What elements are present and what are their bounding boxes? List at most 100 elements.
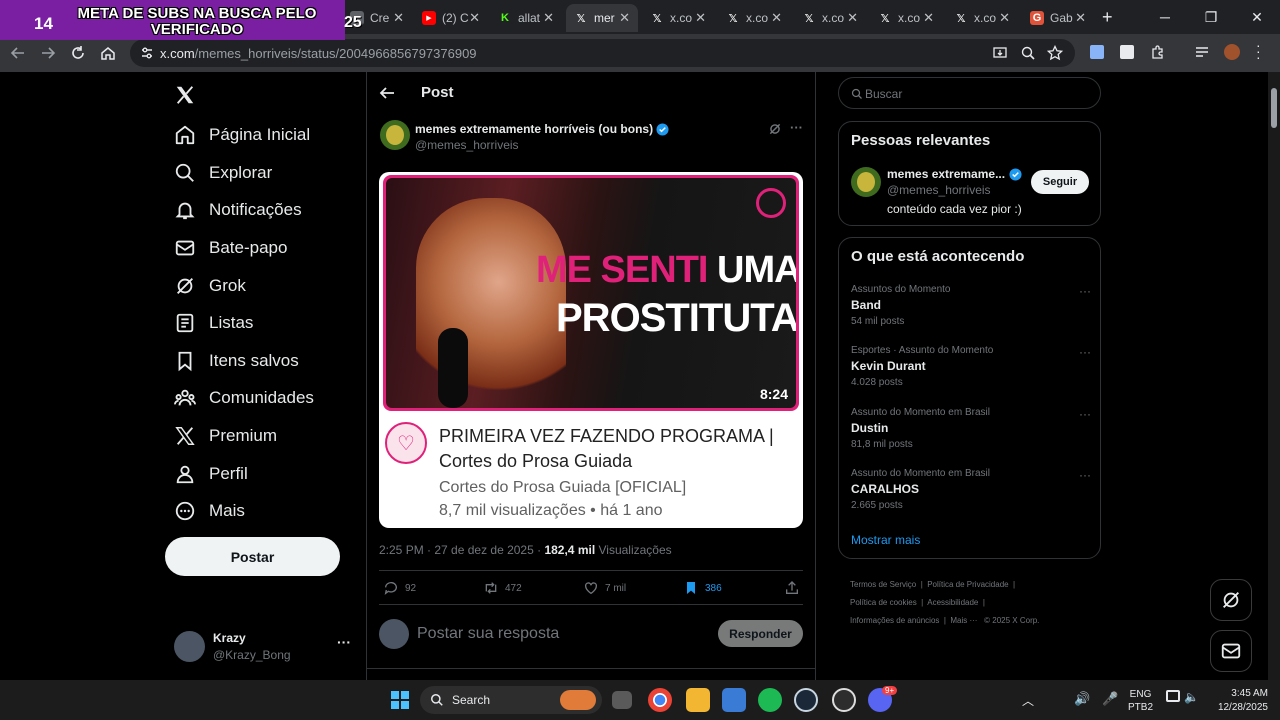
post-button[interactable]: Postar bbox=[165, 537, 340, 576]
more-icon[interactable]: ··· bbox=[1079, 345, 1091, 359]
tab-5[interactable]: 𝕏 x.co ✕ bbox=[642, 4, 714, 32]
scrollbar-thumb[interactable] bbox=[1271, 88, 1277, 128]
tab-7[interactable]: 𝕏 x.co ✕ bbox=[794, 4, 866, 32]
messages-float-button[interactable] bbox=[1210, 630, 1252, 672]
grok-float-button[interactable] bbox=[1210, 579, 1252, 621]
grok-icon[interactable] bbox=[768, 122, 782, 136]
nav-notifications[interactable]: Notificações bbox=[174, 192, 302, 228]
trend-item[interactable]: Assuntos do Momento Band 54 mil posts ··… bbox=[851, 284, 1091, 327]
nav-chat[interactable]: Bate-papo bbox=[174, 230, 287, 266]
author-avatar[interactable] bbox=[851, 167, 881, 197]
video-thumbnail[interactable]: ME SENTI UMA PROSTITUTA 8:24 bbox=[383, 175, 799, 411]
extension-icon[interactable] bbox=[1120, 45, 1134, 59]
bookmark-star-icon[interactable] bbox=[1047, 45, 1063, 61]
close-icon[interactable]: ✕ bbox=[695, 10, 706, 26]
nav-bookmarks[interactable]: Itens salvos bbox=[174, 343, 299, 379]
bookmark-action[interactable]: 386 bbox=[683, 580, 722, 596]
reload-icon[interactable] bbox=[70, 45, 86, 61]
nav-premium[interactable]: Premium bbox=[174, 418, 277, 454]
close-icon[interactable]: ✕ bbox=[619, 10, 630, 26]
app-icon[interactable] bbox=[832, 688, 856, 712]
new-tab-button[interactable]: + bbox=[1102, 7, 1113, 28]
close-icon[interactable]: ✕ bbox=[543, 10, 554, 26]
windows-start-icon[interactable] bbox=[390, 690, 410, 710]
more-icon[interactable]: ··· bbox=[1079, 468, 1091, 482]
chrome-icon[interactable] bbox=[648, 688, 672, 712]
back-arrow-icon[interactable] bbox=[379, 85, 395, 101]
steam-icon[interactable] bbox=[794, 688, 818, 712]
account-switcher[interactable]: Krazy @Krazy_Bong ··· bbox=[174, 628, 354, 668]
tab-9[interactable]: 𝕏 x.co ✕ bbox=[946, 4, 1018, 32]
close-window-icon[interactable]: ✕ bbox=[1234, 0, 1280, 34]
task-view-icon[interactable] bbox=[612, 691, 632, 709]
speaker-icon[interactable]: 🔊 bbox=[1074, 691, 1090, 707]
more-icon[interactable]: ··· bbox=[1079, 284, 1091, 298]
spotify-icon[interactable] bbox=[758, 688, 782, 712]
reading-list-icon[interactable] bbox=[1194, 44, 1210, 60]
forward-icon[interactable] bbox=[40, 45, 56, 61]
tab-3[interactable]: K allat ✕ bbox=[490, 4, 562, 32]
close-icon[interactable]: ✕ bbox=[1075, 10, 1086, 26]
like-action[interactable]: 7 mil bbox=[583, 580, 626, 596]
reply-input[interactable]: Postar sua resposta bbox=[417, 625, 559, 643]
more-icon[interactable]: ··· bbox=[1079, 407, 1091, 421]
close-icon[interactable]: ✕ bbox=[469, 10, 480, 26]
author-name[interactable]: memes extremamente horríveis (ou bons) bbox=[415, 122, 669, 136]
nav-home[interactable]: Página Inicial bbox=[174, 117, 310, 153]
repost-action[interactable]: 472 bbox=[483, 580, 522, 596]
tab-10[interactable]: G Gab ✕ bbox=[1022, 4, 1094, 32]
search-input[interactable]: Buscar bbox=[838, 77, 1101, 109]
post-media[interactable]: ME SENTI UMA PROSTITUTA 8:24 ♡ PRIMEIRA … bbox=[379, 172, 803, 528]
close-icon[interactable]: ✕ bbox=[847, 10, 858, 26]
network-icon[interactable] bbox=[1166, 690, 1180, 702]
tab-2[interactable]: ▶ (2) C ✕ bbox=[414, 4, 488, 32]
file-explorer-icon[interactable] bbox=[686, 688, 710, 712]
nav-lists[interactable]: Listas bbox=[174, 305, 253, 341]
tab-6[interactable]: 𝕏 x.co ✕ bbox=[718, 4, 790, 32]
trend-item[interactable]: Assunto do Momento em Brasil CARALHOS 2.… bbox=[851, 468, 1091, 511]
footer-link[interactable]: Informações de anúncios bbox=[850, 616, 939, 625]
language-indicator[interactable]: ENG PTB2 bbox=[1128, 688, 1153, 714]
volume-icon[interactable]: 🔈 bbox=[1184, 690, 1199, 704]
nav-profile[interactable]: Perfil bbox=[174, 456, 248, 492]
profile-avatar[interactable] bbox=[1224, 44, 1240, 60]
trend-item[interactable]: Assunto do Momento em Brasil Dustin 81,8… bbox=[851, 407, 1091, 450]
tab-4-active[interactable]: 𝕏 mer ✕ bbox=[566, 4, 638, 32]
zoom-icon[interactable] bbox=[1020, 45, 1036, 61]
close-icon[interactable]: ✕ bbox=[393, 10, 404, 26]
minimize-icon[interactable]: ─ bbox=[1142, 0, 1188, 34]
back-icon[interactable] bbox=[10, 45, 26, 61]
footer-link[interactable]: Mais ··· bbox=[950, 616, 977, 625]
nav-explore[interactable]: Explorar bbox=[174, 155, 272, 191]
extensions-puzzle-icon[interactable] bbox=[1150, 44, 1166, 60]
author-avatar[interactable] bbox=[380, 120, 410, 150]
close-icon[interactable]: ✕ bbox=[923, 10, 934, 26]
nav-grok[interactable]: Grok bbox=[174, 268, 246, 304]
extension-icon[interactable] bbox=[1090, 45, 1104, 59]
page-scrollbar[interactable] bbox=[1268, 72, 1280, 680]
footer-link[interactable]: Acessibilidade bbox=[927, 598, 978, 607]
close-icon[interactable]: ✕ bbox=[771, 10, 782, 26]
close-icon[interactable]: ✕ bbox=[999, 10, 1010, 26]
site-info-icon[interactable] bbox=[140, 46, 154, 60]
reply-button[interactable]: Responder bbox=[718, 620, 803, 647]
maximize-icon[interactable]: ❐ bbox=[1188, 0, 1234, 34]
install-app-icon[interactable] bbox=[992, 45, 1008, 61]
person-name[interactable]: memes extremame... bbox=[887, 167, 1022, 181]
more-icon[interactable]: ··· bbox=[790, 120, 803, 135]
x-logo-icon[interactable] bbox=[174, 84, 196, 106]
clock[interactable]: 3:45 AM 12/28/2025 bbox=[1206, 687, 1268, 715]
mic-icon[interactable]: 🎤 bbox=[1102, 691, 1118, 707]
share-icon[interactable] bbox=[784, 580, 800, 596]
trend-item[interactable]: Esportes · Assunto do Momento Kevin Dura… bbox=[851, 345, 1091, 388]
footer-link[interactable]: Política de cookies bbox=[850, 598, 917, 607]
follow-button[interactable]: Seguir bbox=[1031, 170, 1089, 194]
nav-more[interactable]: Mais bbox=[174, 493, 245, 529]
address-bar[interactable]: x.com/memes_horriveis/status/20049668567… bbox=[130, 39, 1075, 67]
tab-8[interactable]: 𝕏 x.co ✕ bbox=[870, 4, 942, 32]
nav-communities[interactable]: Comunidades bbox=[174, 380, 314, 416]
browser-menu-icon[interactable]: · · · bbox=[1256, 38, 1261, 64]
reply-action[interactable]: 92 bbox=[383, 580, 416, 596]
taskbar-search[interactable]: Search bbox=[420, 686, 602, 714]
footer-link[interactable]: Termos de Serviço bbox=[850, 580, 916, 589]
